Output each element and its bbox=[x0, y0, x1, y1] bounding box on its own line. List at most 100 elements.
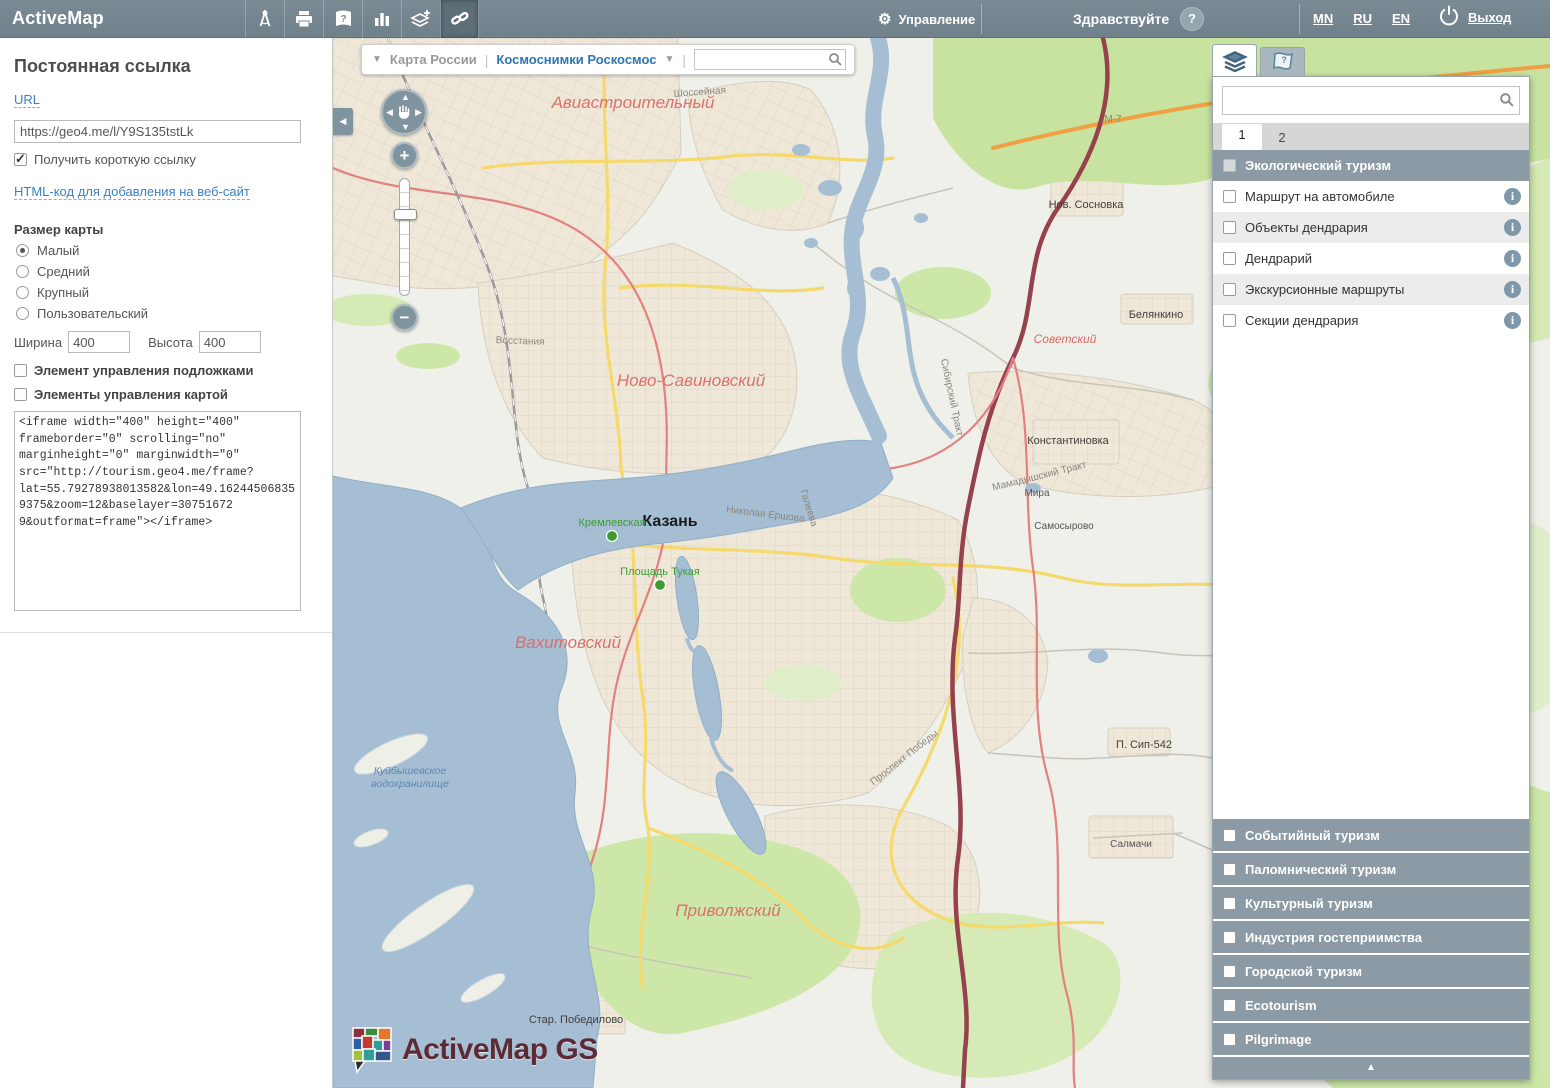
help-button[interactable]: ? bbox=[1180, 7, 1204, 31]
size-custom-radio[interactable] bbox=[16, 307, 29, 320]
search-icon[interactable] bbox=[1499, 92, 1515, 113]
map-controls-checkbox[interactable] bbox=[14, 388, 27, 401]
baselayer-control-checkbox[interactable] bbox=[14, 364, 27, 377]
height-input[interactable] bbox=[199, 331, 261, 353]
info-icon[interactable]: i bbox=[1504, 219, 1521, 236]
size-large-radio[interactable] bbox=[16, 286, 29, 299]
iframe-code-textarea[interactable]: <iframe width="400" height="400" framebo… bbox=[14, 411, 301, 611]
map-label: Нов. Сосновка bbox=[1049, 199, 1125, 211]
group-label: Событийный туризм bbox=[1245, 828, 1380, 843]
short-link-checkbox[interactable] bbox=[14, 153, 27, 166]
group-checkbox[interactable] bbox=[1223, 965, 1236, 978]
group-checkbox[interactable] bbox=[1223, 897, 1236, 910]
hand-icon bbox=[395, 103, 413, 121]
layer-item[interactable]: Экскурсионные маршруты i bbox=[1213, 274, 1529, 305]
zoom-out-button[interactable]: − bbox=[391, 304, 418, 331]
pan-right-icon[interactable]: ▶ bbox=[415, 107, 422, 118]
url-link[interactable]: URL bbox=[14, 92, 40, 108]
page-1-tab[interactable]: 1 bbox=[1222, 124, 1262, 150]
layer-item[interactable]: Дендрарий i bbox=[1213, 243, 1529, 274]
group-event-tourism[interactable]: Событийный туризм bbox=[1213, 819, 1529, 851]
page-2-tab[interactable]: 2 bbox=[1262, 130, 1302, 150]
header-divider bbox=[981, 4, 982, 34]
width-input[interactable] bbox=[68, 331, 130, 353]
pan-left-icon[interactable]: ◀ bbox=[386, 107, 393, 118]
size-small-radio[interactable] bbox=[16, 244, 29, 257]
group-hospitality[interactable]: Индустрия гостеприимства bbox=[1213, 921, 1529, 953]
layer-item[interactable]: Объекты дендрария i bbox=[1213, 212, 1529, 243]
lang-ru[interactable]: RU bbox=[1353, 11, 1372, 26]
group-checkbox[interactable] bbox=[1223, 1033, 1236, 1046]
add-layer-button[interactable] bbox=[401, 0, 440, 38]
search-icon[interactable] bbox=[828, 52, 843, 72]
divider-2: | bbox=[682, 52, 686, 68]
group-pilgrimage-en[interactable]: Pilgrimage bbox=[1213, 1023, 1529, 1055]
permalink-button[interactable] bbox=[440, 0, 479, 38]
map-viewport[interactable]: АвиастроительныйНово-СавиновскийВахитовс… bbox=[333, 38, 1550, 1088]
group-eco-tourism[interactable]: Экологический туризм bbox=[1213, 150, 1529, 181]
permalink-panel: Постоянная ссылка URL Получить короткую … bbox=[0, 38, 333, 1088]
zoom-in-button[interactable]: + bbox=[391, 142, 418, 169]
layer-item[interactable]: Секции дендрария i bbox=[1213, 305, 1529, 336]
pan-control[interactable]: ▲ ▼ ◀ ▶ bbox=[381, 89, 427, 135]
sidebar-collapse-button[interactable]: ◀ bbox=[333, 108, 353, 135]
chevron-down-icon-2[interactable]: ▼ bbox=[665, 54, 675, 65]
info-icon[interactable]: i bbox=[1504, 281, 1521, 298]
lang-en[interactable]: EN bbox=[1392, 11, 1410, 26]
print-button[interactable] bbox=[284, 0, 323, 38]
svg-text:?: ? bbox=[1281, 55, 1287, 65]
group-cultural-tourism[interactable]: Культурный туризм bbox=[1213, 887, 1529, 919]
logout-button[interactable]: Выход bbox=[1438, 5, 1511, 30]
group-eco-tourism-checkbox[interactable] bbox=[1223, 159, 1236, 172]
layer-checkbox[interactable] bbox=[1223, 190, 1236, 203]
url-input[interactable] bbox=[14, 120, 301, 143]
tab-layers[interactable] bbox=[1212, 44, 1257, 76]
layer-checkbox[interactable] bbox=[1223, 314, 1236, 327]
bar-chart-icon bbox=[372, 9, 392, 29]
panel-collapse-button[interactable]: ▲ bbox=[1213, 1057, 1529, 1079]
compass-icon bbox=[255, 9, 275, 29]
language-switcher: MN RU EN bbox=[1313, 11, 1410, 26]
zoom-slider[interactable] bbox=[399, 178, 410, 296]
measure-tool-button[interactable] bbox=[245, 0, 284, 38]
layers-panel-body: 1 2 Экологический туризм Маршрут на авто… bbox=[1212, 76, 1530, 1080]
pan-up-icon[interactable]: ▲ bbox=[401, 92, 410, 102]
management-button[interactable]: ⚙ Управление bbox=[878, 0, 975, 38]
statistics-button[interactable] bbox=[362, 0, 401, 38]
html-code-link[interactable]: HTML-код для добавления на веб-сайт bbox=[14, 184, 250, 200]
map-search-input[interactable] bbox=[694, 49, 846, 70]
map-label: Ново-Савиновский bbox=[617, 371, 766, 390]
width-label: Ширина bbox=[14, 335, 62, 350]
group-ecotourism-en[interactable]: Ecotourism bbox=[1213, 989, 1529, 1021]
baselayer-map-russia[interactable]: Карта России bbox=[390, 52, 477, 67]
map-label: Белянкино bbox=[1129, 309, 1184, 321]
group-label: Экологический туризм bbox=[1245, 158, 1391, 173]
group-checkbox[interactable] bbox=[1223, 829, 1236, 842]
layer-item[interactable]: Маршрут на автомобиле i bbox=[1213, 181, 1529, 212]
chevron-down-icon[interactable]: ▼ bbox=[372, 54, 382, 65]
info-icon[interactable]: i bbox=[1504, 312, 1521, 329]
top-toolbar: ActiveMap ? bbox=[0, 0, 1550, 38]
pan-down-icon[interactable]: ▼ bbox=[401, 122, 410, 132]
app-logo: ActiveMap bbox=[12, 8, 104, 29]
reference-button[interactable]: ? bbox=[323, 0, 362, 38]
size-medium-radio[interactable] bbox=[16, 265, 29, 278]
info-icon[interactable]: i bbox=[1504, 250, 1521, 267]
map-label: водохранилище bbox=[371, 778, 449, 790]
group-checkbox[interactable] bbox=[1223, 931, 1236, 944]
group-checkbox[interactable] bbox=[1223, 999, 1236, 1012]
info-icon[interactable]: i bbox=[1504, 188, 1521, 205]
tab-legend[interactable]: ? bbox=[1260, 47, 1305, 76]
map-controls-label: Элементы управления картой bbox=[34, 387, 228, 402]
zoom-slider-handle[interactable] bbox=[394, 209, 417, 220]
baselayer-satellite[interactable]: Космоснимки Роскосмос bbox=[496, 52, 656, 67]
layer-checkbox[interactable] bbox=[1223, 283, 1236, 296]
layer-checkbox[interactable] bbox=[1223, 221, 1236, 234]
group-checkbox[interactable] bbox=[1223, 863, 1236, 876]
layers-panel-tabs: ? bbox=[1212, 44, 1530, 76]
layer-checkbox[interactable] bbox=[1223, 252, 1236, 265]
layers-search-input[interactable] bbox=[1222, 86, 1520, 115]
lang-mn[interactable]: MN bbox=[1313, 11, 1333, 26]
group-pilgrim-tourism[interactable]: Паломнический туризм bbox=[1213, 853, 1529, 885]
group-city-tourism[interactable]: Городской туризм bbox=[1213, 955, 1529, 987]
